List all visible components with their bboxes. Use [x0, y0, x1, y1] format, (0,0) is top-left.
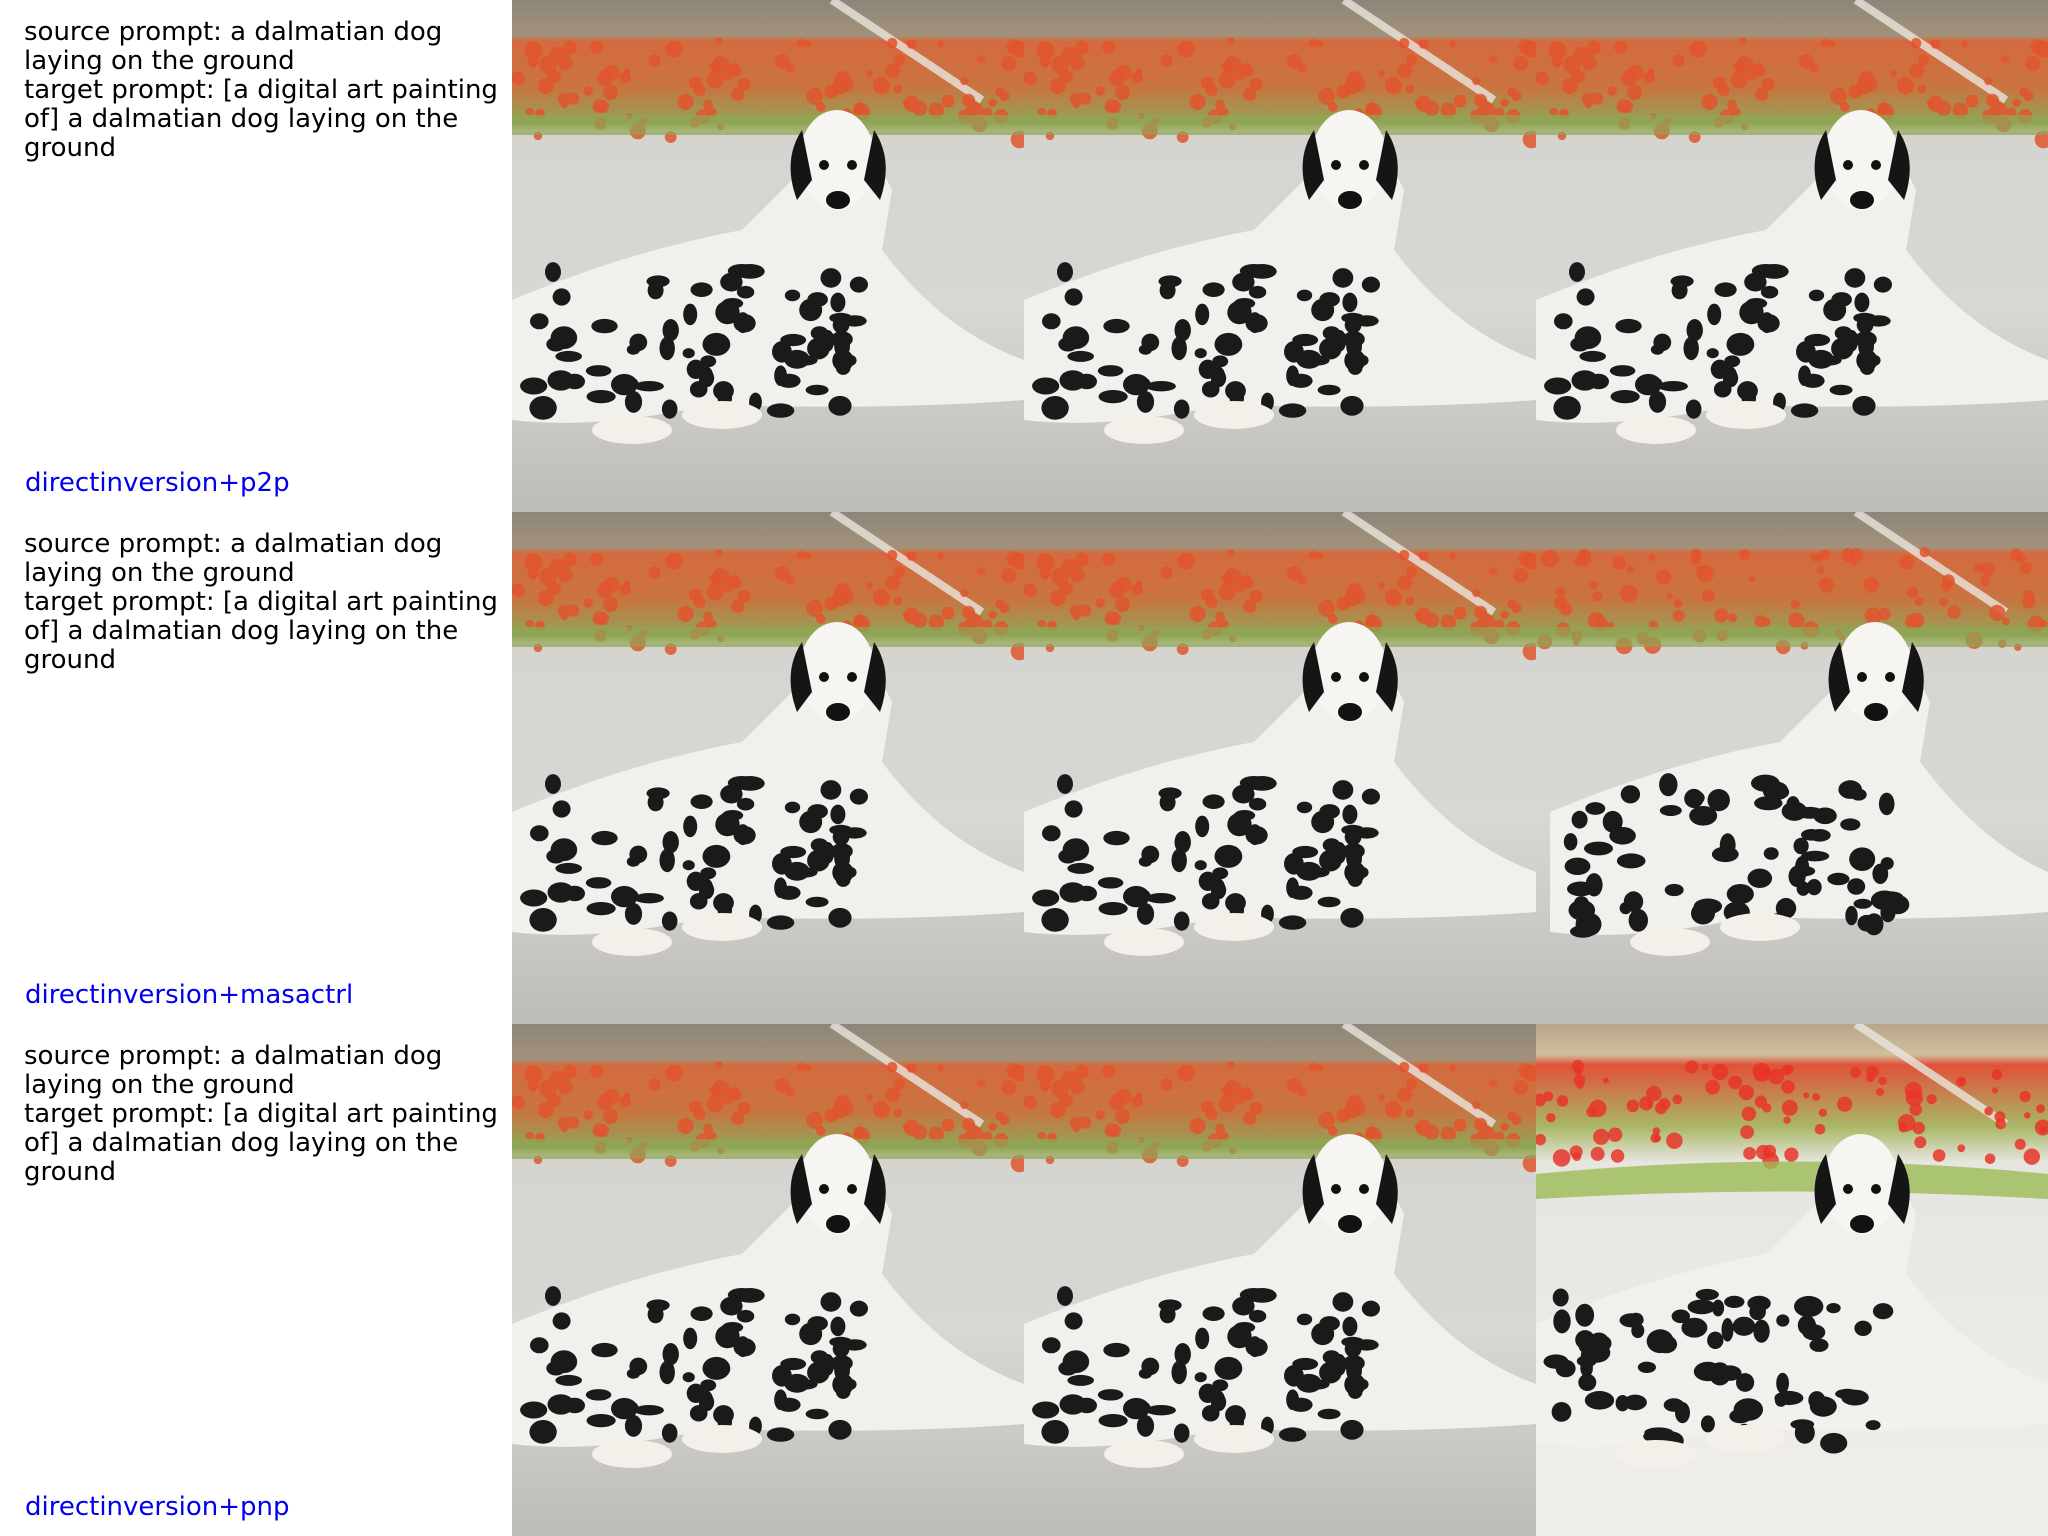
reconstructed-image: [1024, 0, 1536, 512]
reconstructed-image: [1024, 1024, 1536, 1536]
edited-image: [1536, 1024, 2048, 1536]
comparison-row: source prompt: a dalmatian dog laying on…: [0, 512, 2048, 1024]
dalmatian-photo: [1024, 1024, 1536, 1536]
dalmatian-photo: [512, 1024, 1024, 1536]
edited-image: [1536, 0, 2048, 512]
dalmatian-photo: [1024, 512, 1536, 1024]
dalmatian-photo: [1536, 1024, 2048, 1536]
source-image: [512, 0, 1024, 512]
method-label: directinversion+p2p: [25, 468, 290, 498]
dalmatian-photo: [512, 512, 1024, 1024]
prompt-panel: source prompt: a dalmatian dog laying on…: [0, 512, 512, 1024]
prompt-panel: source prompt: a dalmatian dog laying on…: [0, 1024, 512, 1536]
source-image: [512, 1024, 1024, 1536]
method-label: directinversion+masactrl: [25, 980, 354, 1010]
prompt-block: source prompt: a dalmatian dog laying on…: [24, 18, 514, 163]
edited-image: [1536, 512, 2048, 1024]
prompt-panel: source prompt: a dalmatian dog laying on…: [0, 0, 512, 512]
source-prompt: source prompt: a dalmatian dog laying on…: [24, 1041, 451, 1100]
prompt-block: source prompt: a dalmatian dog laying on…: [24, 530, 514, 675]
target-prompt: target prompt: [a digital art painting o…: [24, 75, 507, 163]
dalmatian-photo: [1536, 512, 2048, 1024]
comparison-row: source prompt: a dalmatian dog laying on…: [0, 0, 2048, 512]
dalmatian-photo: [1024, 0, 1536, 512]
prompt-block: source prompt: a dalmatian dog laying on…: [24, 1042, 514, 1187]
dalmatian-photo: [1536, 0, 2048, 512]
target-prompt: target prompt: [a digital art painting o…: [24, 1099, 507, 1187]
comparison-row: source prompt: a dalmatian dog laying on…: [0, 1024, 2048, 1536]
reconstructed-image: [1024, 512, 1536, 1024]
source-image: [512, 512, 1024, 1024]
source-prompt: source prompt: a dalmatian dog laying on…: [24, 529, 451, 588]
method-label: directinversion+pnp: [25, 1492, 290, 1522]
target-prompt: target prompt: [a digital art painting o…: [24, 587, 507, 675]
source-prompt: source prompt: a dalmatian dog laying on…: [24, 17, 451, 76]
dalmatian-photo: [512, 0, 1024, 512]
